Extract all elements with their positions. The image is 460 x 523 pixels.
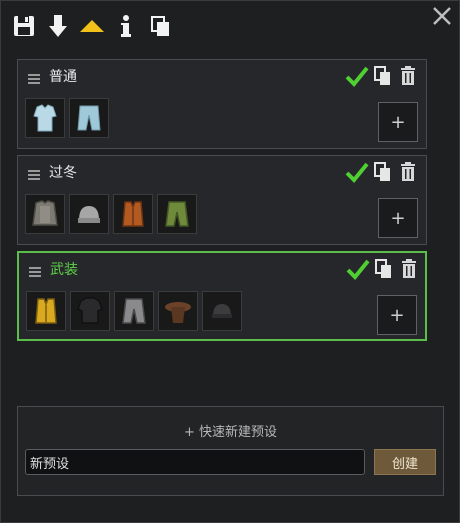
add-apparel-button[interactable]: + <box>377 295 417 335</box>
add-apparel-button[interactable]: + <box>378 102 418 142</box>
apparel-list <box>26 291 242 331</box>
copy-icon[interactable] <box>375 259 393 279</box>
collapse-up-arrow-icon[interactable] <box>79 13 105 39</box>
preset-name: 过冬 <box>49 165 77 181</box>
import-arrow-down-icon[interactable] <box>45 13 71 39</box>
preset-name-input[interactable] <box>25 449 365 475</box>
dark-helmet-icon[interactable] <box>202 291 242 331</box>
info-icon[interactable] <box>113 13 139 39</box>
create-button[interactable]: 创建 <box>374 449 436 475</box>
checkmark-icon[interactable] <box>345 65 369 87</box>
save-icon[interactable] <box>11 13 37 39</box>
light-blue-shirt-icon[interactable] <box>25 98 65 138</box>
trash-icon[interactable] <box>400 162 416 182</box>
preset-card[interactable]: 普通 + <box>17 59 427 149</box>
toolbar <box>11 11 173 41</box>
preset-name: 普通 <box>49 69 77 85</box>
preset-name: 武装 <box>50 262 78 278</box>
preset-card[interactable]: 过冬 + <box>17 155 427 245</box>
brown-cowboy-hat-icon[interactable] <box>158 291 198 331</box>
outfit-preset-window: 普通 + 过冬 + 武装 + + 快速新建预设 新预设 创建 <box>0 0 460 523</box>
drag-handle-icon[interactable] <box>28 74 40 84</box>
copy-icon[interactable] <box>374 162 392 182</box>
black-armor-vest-icon[interactable] <box>70 291 110 331</box>
preset-card-selected[interactable]: 武装 + <box>17 251 427 341</box>
trash-icon[interactable] <box>400 66 416 86</box>
grey-armor-pants-icon[interactable] <box>114 291 154 331</box>
add-apparel-button[interactable]: + <box>378 198 418 238</box>
apparel-list <box>25 194 197 234</box>
close-icon[interactable] <box>431 5 453 27</box>
copy-icon[interactable] <box>374 66 392 86</box>
light-blue-pants-icon[interactable] <box>69 98 109 138</box>
orange-vest-icon[interactable] <box>113 194 153 234</box>
trash-icon[interactable] <box>401 259 417 279</box>
green-pants-icon[interactable] <box>157 194 197 234</box>
quick-create-panel: + 快速新建预设 创建 <box>17 406 444 496</box>
checkmark-icon[interactable] <box>346 258 370 280</box>
drag-handle-icon[interactable] <box>29 267 41 277</box>
yellow-vest-icon[interactable] <box>26 291 66 331</box>
copy-clipboard-icon[interactable] <box>147 13 173 39</box>
grey-parka-icon[interactable] <box>25 194 65 234</box>
apparel-list <box>25 98 109 138</box>
grey-tuque-hat-icon[interactable] <box>69 194 109 234</box>
quick-create-title[interactable]: + 快速新建预设 <box>18 421 443 440</box>
checkmark-icon[interactable] <box>345 161 369 183</box>
drag-handle-icon[interactable] <box>28 170 40 180</box>
